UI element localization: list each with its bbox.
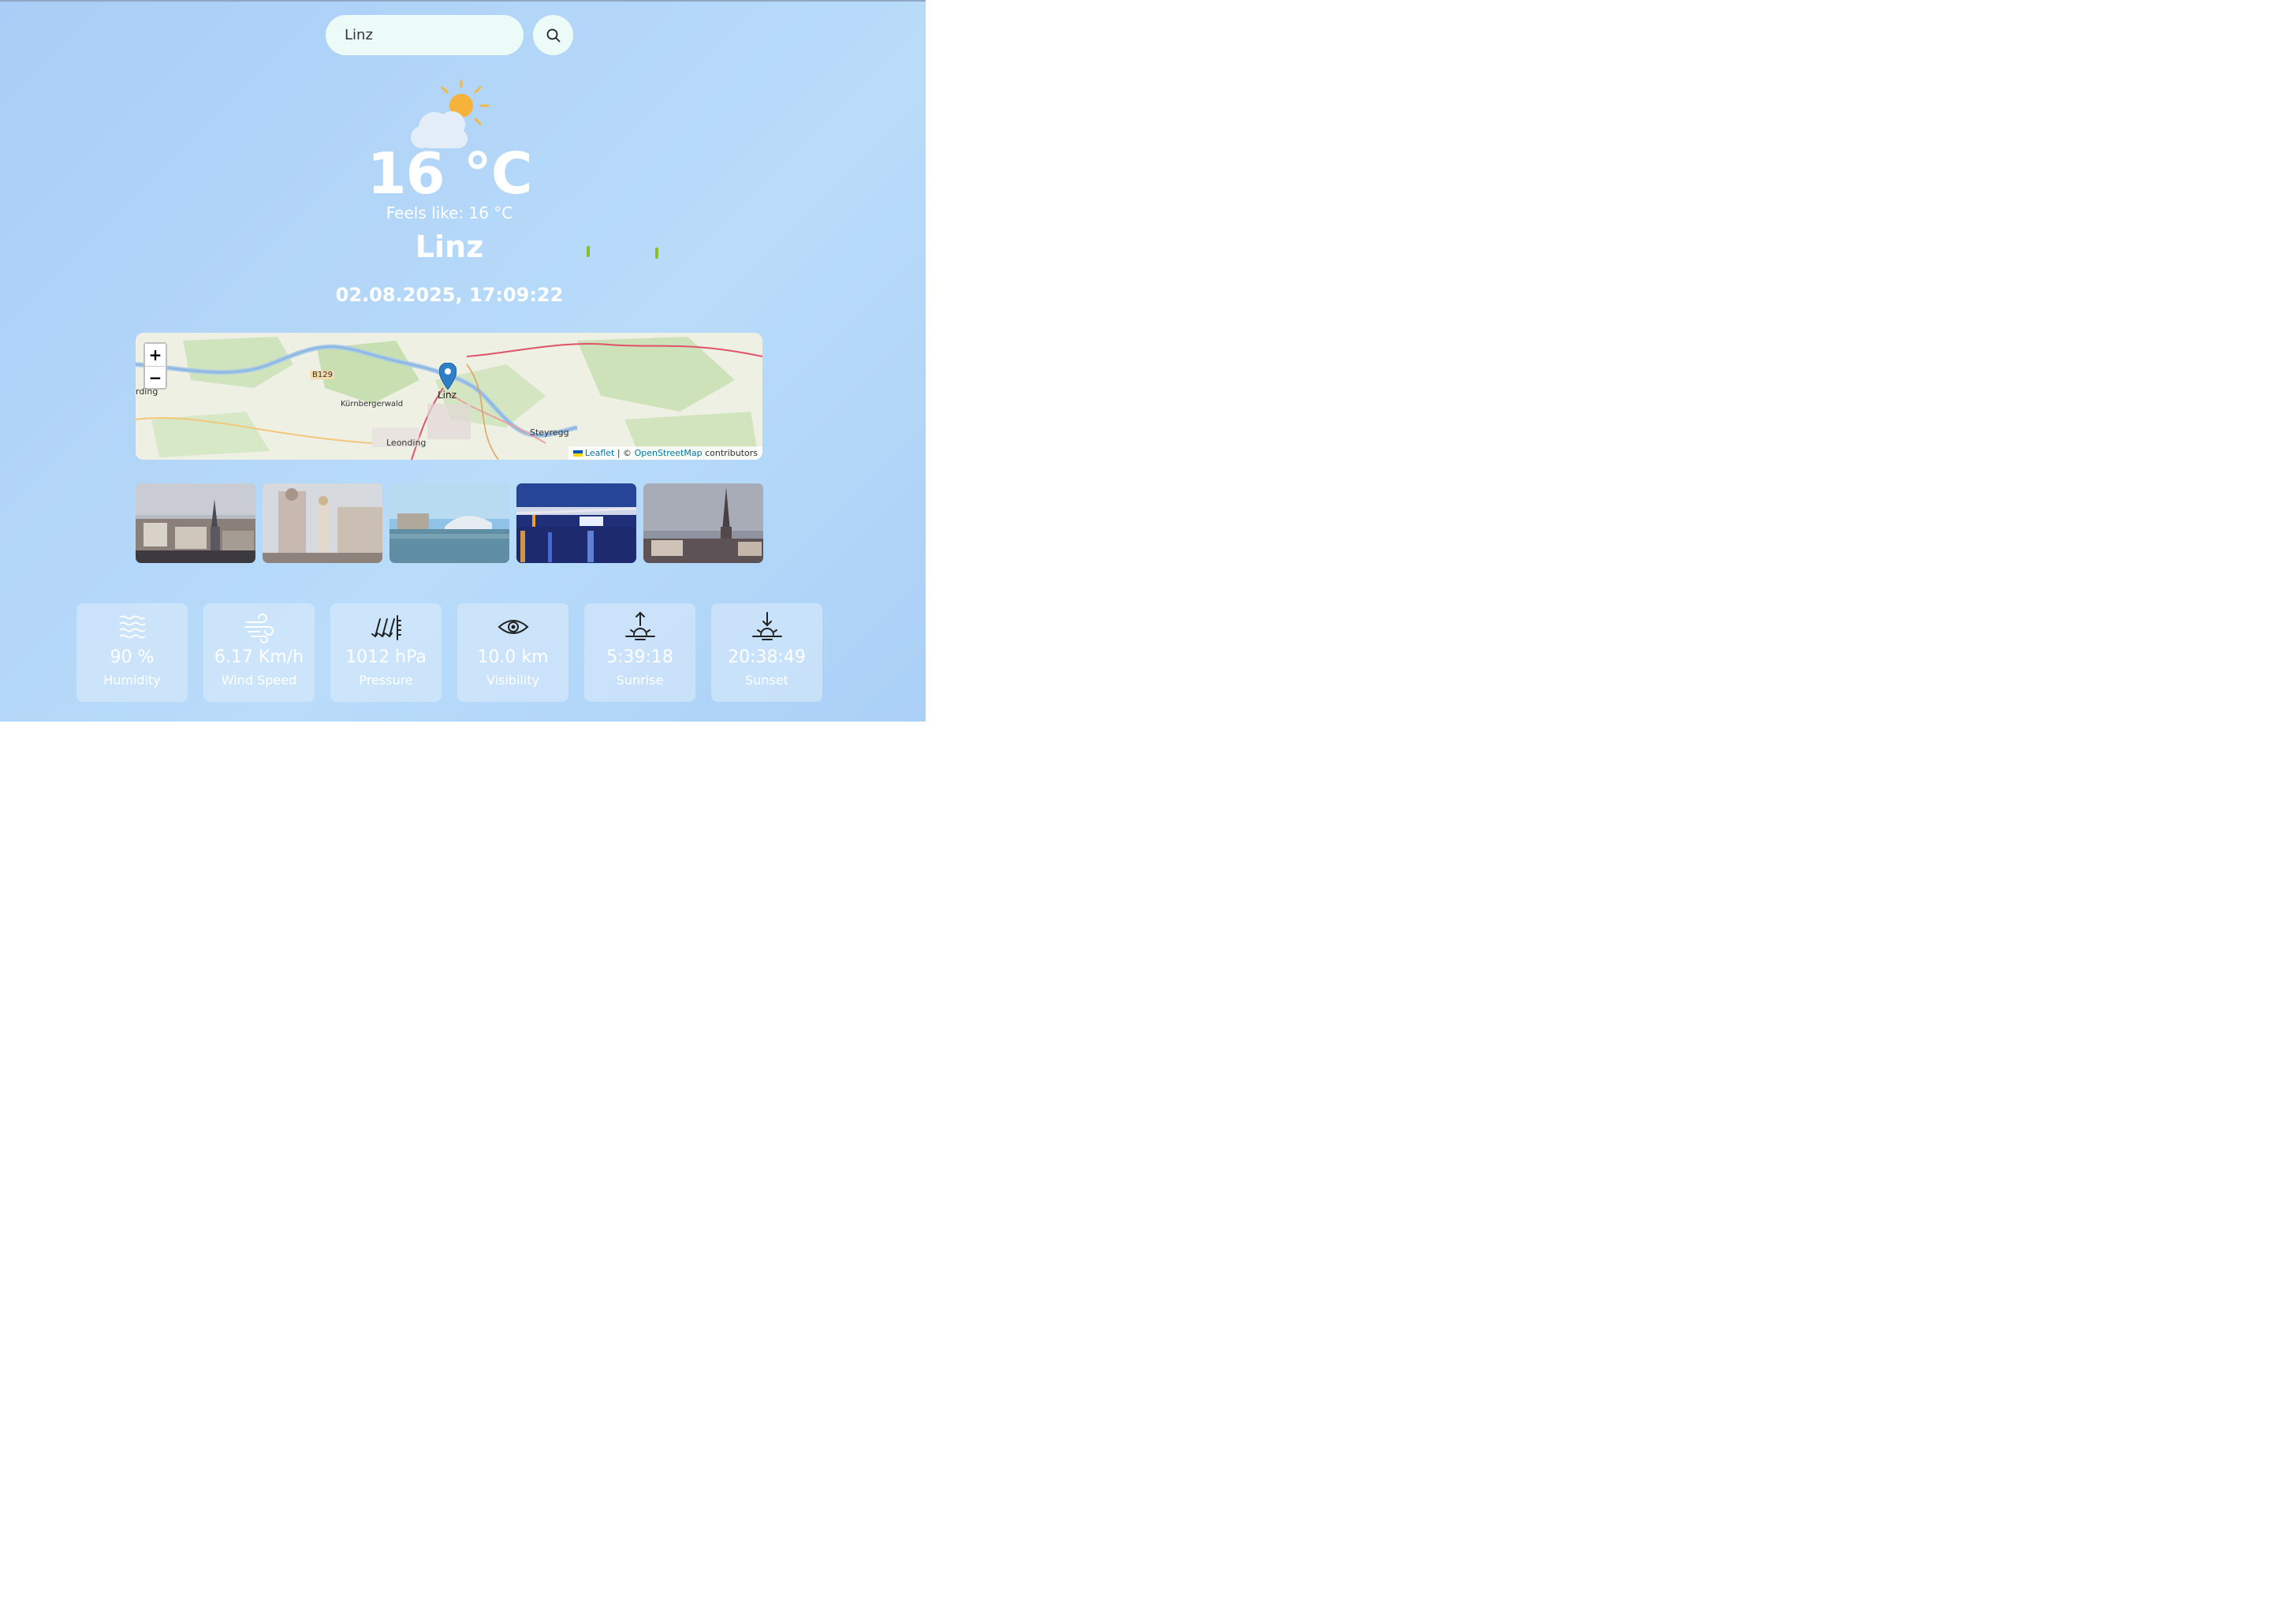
zoom-control: + − (144, 342, 167, 390)
sunrise-value: 5:39:18 (606, 647, 673, 667)
humidity-label: Humidity (103, 673, 161, 688)
pressure-icon (371, 615, 401, 640)
ukraine-flag-icon (572, 450, 583, 457)
leaflet-link[interactable]: Leaflet (585, 448, 614, 458)
feels-like: Feels like: 16 °C (386, 203, 513, 222)
sunset-value: 20:38:49 (728, 647, 806, 667)
wind-speed-value: 6.17 Km/h (214, 647, 304, 667)
map-label: Steyregg (530, 427, 569, 438)
search-icon (546, 28, 560, 42)
attribution-suffix: contributors (705, 448, 758, 458)
humidity-value: 90 % (110, 647, 155, 667)
search-input[interactable] (326, 15, 524, 55)
stat-wind-speed: 6.17 Km/h Wind Speed (203, 603, 315, 702)
attribution-separator: | © (617, 448, 632, 458)
pressure-label: Pressure (359, 673, 413, 688)
stat-visibility: 10.0 km Visibility (457, 603, 568, 702)
city-photo[interactable] (136, 483, 255, 563)
stat-pressure: 1012 hPa Pressure (330, 603, 442, 702)
date-time: 02.08.2025, 17:09:22 (335, 284, 564, 306)
stat-sunrise: 5:39:18 Sunrise (584, 603, 695, 702)
eye-icon (497, 620, 529, 634)
city-name: Linz (415, 229, 484, 264)
decoration-tick (655, 248, 658, 259)
sunset-label: Sunset (745, 673, 788, 688)
sunrise-label: Sunrise (616, 673, 664, 688)
marker-label: Linz (438, 390, 457, 401)
map[interactable]: + − rding B129 Kürnbergerwald Leonding S… (136, 333, 762, 460)
humidity-waves-icon (118, 615, 146, 639)
sunrise-icon (624, 611, 655, 640)
city-photos (136, 483, 764, 563)
map-label: B129 (311, 371, 334, 379)
stat-sunset: 20:38:49 Sunset (711, 603, 822, 702)
openstreetmap-link[interactable]: OpenStreetMap (635, 448, 703, 458)
sunset-icon (751, 612, 782, 640)
map-label: rding (136, 386, 158, 397)
search-button[interactable] (533, 15, 573, 55)
zoom-in-button[interactable]: + (145, 344, 166, 366)
city-photo[interactable] (263, 483, 382, 563)
map-attribution: Leaflet | © OpenStreetMap contributors (568, 446, 762, 460)
temperature: 16 °C (367, 140, 532, 207)
zoom-out-button[interactable]: − (145, 366, 166, 388)
wind-icon (244, 614, 274, 643)
city-photo[interactable] (516, 483, 636, 563)
map-marker-icon[interactable] (439, 363, 457, 390)
city-photo[interactable] (390, 483, 509, 563)
visibility-value: 10.0 km (477, 647, 549, 667)
city-photo[interactable] (643, 483, 763, 563)
visibility-label: Visibility (486, 673, 540, 688)
pressure-value: 1012 hPa (345, 647, 427, 667)
wind-speed-label: Wind Speed (221, 673, 297, 688)
sun-behind-cloud-icon (411, 80, 490, 148)
map-label: Kürnbergerwald (341, 400, 404, 408)
stat-humidity: 90 % Humidity (76, 603, 188, 702)
map-label: Leonding (386, 438, 427, 448)
decoration-tick (587, 246, 590, 257)
weather-app: 16 °C Feels like: 16 °C Linz 02.08.2025,… (0, 0, 926, 722)
